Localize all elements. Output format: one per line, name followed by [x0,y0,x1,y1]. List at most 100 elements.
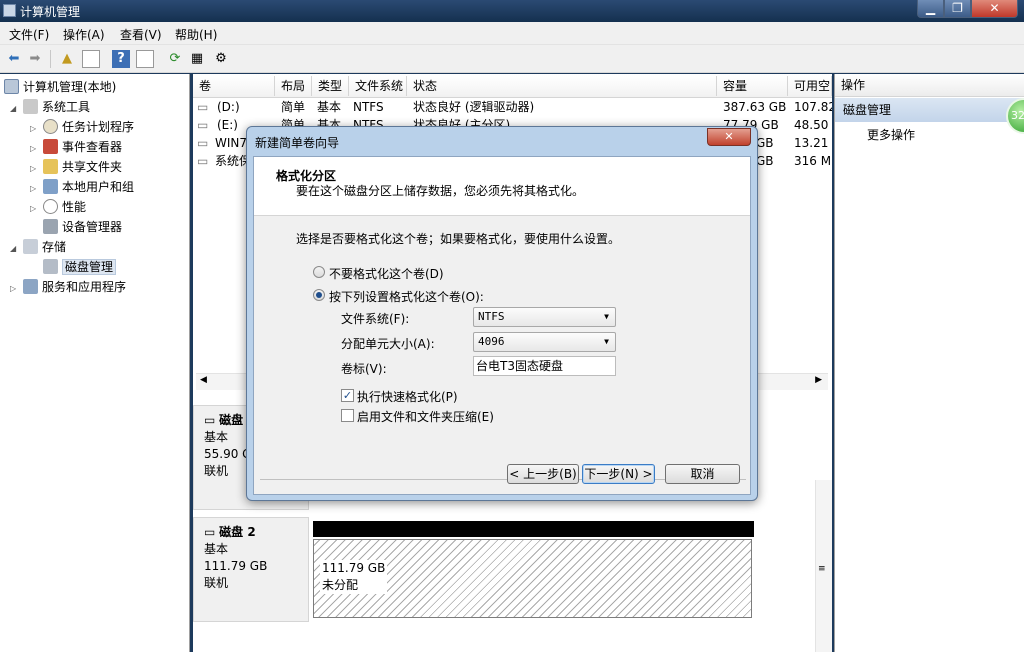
services-icon [23,279,38,294]
column-header-filesystem[interactable]: 文件系统 [349,76,407,96]
expand-icon[interactable]: ▷ [30,180,40,198]
refresh-icon[interactable]: ⟳ [166,50,184,68]
format-radio[interactable] [313,289,325,301]
expand-icon[interactable]: ▷ [30,140,40,158]
unallocated-partition[interactable]: 111.79 GB 未分配 [313,539,752,618]
filesystem-select[interactable]: NTFS ▼ [473,307,616,327]
volume-label-input[interactable]: 台电T3固态硬盘 [473,356,616,376]
drive-icon: ▭ [197,100,209,114]
computer-icon [4,79,19,94]
tree-item-label: 任务计划程序 [62,120,135,134]
cell-free: 107.82 [794,100,832,114]
action-disk-management[interactable]: 磁盘管理 [835,98,1024,122]
quick-format-checkbox[interactable]: ✓ [341,389,354,402]
back-button[interactable]: < 上一步(B) [507,464,579,484]
toolbar: ⬅ ➡ ▲ ? ⟳ ▦ ⚙ [0,45,1024,73]
tree-item-label: 磁盘管理 [62,259,117,275]
column-header-status[interactable]: 状态 [407,76,717,96]
dropdown-arrow-icon[interactable]: ▼ [604,333,609,351]
show-action-pane-icon[interactable] [136,50,154,68]
minimize-button[interactable]: ▁ [917,0,944,18]
tree-item-event-viewer[interactable]: ▷ 事件查看器 [30,138,122,156]
close-button[interactable]: ✕ [971,0,1018,18]
no-format-radio[interactable] [313,266,325,278]
dialog-title: 新建简单卷向导 [255,136,340,150]
column-header-layout[interactable]: 布局 [275,76,312,96]
partition-size: 111.79 GB [322,561,386,575]
tree-item-label: 系统工具 [42,100,91,114]
performance-icon [43,199,58,214]
more-actions-link[interactable]: 更多操作 [867,126,915,143]
tree-item-root[interactable]: 计算机管理(本地) [4,78,116,96]
compression-checkbox[interactable] [341,409,354,422]
vertical-scrollbar[interactable]: ≡ [815,480,832,652]
expand-icon[interactable]: ▷ [30,120,40,138]
drive-icon: ▭ [197,118,209,132]
cell-capacity: 387.63 GB [723,100,787,114]
settings-icon[interactable]: ⚙ [212,50,230,68]
menu-bar: 文件(F) 操作(A) 查看(V) 帮助(H) [0,22,1024,45]
quick-format-label[interactable]: 执行快速格式化(P) [357,388,458,405]
properties-icon[interactable]: ▦ [188,50,206,68]
dropdown-arrow-icon[interactable]: ▼ [604,308,609,326]
volume-label-label: 卷标(V): [341,362,387,376]
disk-icon: ▭ [204,413,220,427]
next-button[interactable]: 下一步(N) > [582,464,655,484]
scroll-left-icon[interactable]: ◀ [200,375,207,385]
compression-label[interactable]: 启用文件和文件夹压缩(E) [357,408,494,425]
cell-layout: 简单 [281,100,306,114]
tree-item-device-manager[interactable]: 设备管理器 [43,218,122,236]
back-arrow-icon[interactable]: ⬅ [5,50,23,68]
expand-icon[interactable]: ▷ [30,200,40,218]
tree-item-label: 性能 [62,200,87,214]
expand-icon[interactable]: ▷ [10,280,20,298]
menu-action[interactable]: 操作(A) [63,26,105,43]
event-log-icon [43,139,58,154]
dialog-close-button[interactable]: ✕ [707,128,751,146]
tree-item-system-tools[interactable]: ◢ 系统工具 [10,98,90,116]
tree-item-local-users[interactable]: ▷ 本地用户和组 [30,178,134,196]
cancel-button[interactable]: 取消 [665,464,740,484]
tree-item-storage[interactable]: ◢ 存储 [10,238,66,256]
storage-icon [23,239,38,254]
menu-help[interactable]: 帮助(H) [175,26,217,43]
up-folder-icon[interactable]: ▲ [58,50,76,68]
tree-item-task-scheduler[interactable]: ▷ 任务计划程序 [30,118,134,136]
users-icon [43,179,58,194]
collapse-icon[interactable]: ◢ [10,240,20,258]
no-format-label[interactable]: 不要格式化这个卷(D) [329,265,444,282]
collapse-icon[interactable]: ◢ [10,100,20,118]
expand-icon[interactable]: ▷ [30,160,40,178]
allocation-size-select[interactable]: 4096 ▼ [473,332,616,352]
column-header-type[interactable]: 类型 [312,76,349,96]
navigation-tree: 计算机管理(本地) ◢ 系统工具 ▷ 任务计划程序 ▷ 事件查看器 ▷ 共享文件夹 ▷ 本… [0,74,190,652]
tree-item-label: 服务和应用程序 [42,280,127,294]
forward-arrow-icon[interactable]: ➡ [26,50,44,68]
help-icon[interactable]: ? [112,50,130,68]
menu-file[interactable]: 文件(F) [9,26,49,43]
show-tree-icon[interactable] [82,50,100,68]
table-row[interactable]: ▭ (D:) 简单 基本 NTFS 状态良好 (逻辑驱动器) 387.63 GB… [193,98,832,116]
column-header-free[interactable]: 可用空 [788,76,832,96]
cell-filesystem: NTFS [353,100,384,114]
format-label[interactable]: 按下列设置格式化这个卷(O): [329,288,484,305]
cell-free: 316 M [794,154,832,168]
scroll-right-icon[interactable]: ▶ [815,375,822,385]
cell-free: 13.21 [794,136,829,150]
menu-view[interactable]: 查看(V) [120,26,162,43]
disk-2-info[interactable]: ▭ 磁盘 2 基本 111.79 GB 联机 [193,517,309,622]
maximize-button[interactable]: ❐ [944,0,971,18]
new-simple-volume-wizard: 新建简单卷向导 ✕ 格式化分区 要在这个磁盘分区上储存数据，您必须先将其格式化。… [246,126,758,501]
tree-item-performance[interactable]: ▷ 性能 [30,198,86,216]
scroll-grip-icon[interactable]: ≡ [818,564,826,574]
action-pane: 操作 磁盘管理 更多操作 [834,74,1024,652]
dialog-header: 格式化分区 要在这个磁盘分区上储存数据，您必须先将其格式化。 [254,157,750,216]
tree-item-disk-management[interactable]: 磁盘管理 [43,258,117,276]
tree-item-label: 计算机管理(本地) [23,80,117,94]
tree-item-label: 事件查看器 [62,140,123,154]
tree-item-services-apps[interactable]: ▷ 服务和应用程序 [10,278,126,296]
column-header-capacity[interactable]: 容量 [717,76,788,96]
disk-icon: ▭ [204,525,220,539]
column-header-volume[interactable]: 卷 [193,76,275,96]
tree-item-shared-folders[interactable]: ▷ 共享文件夹 [30,158,122,176]
